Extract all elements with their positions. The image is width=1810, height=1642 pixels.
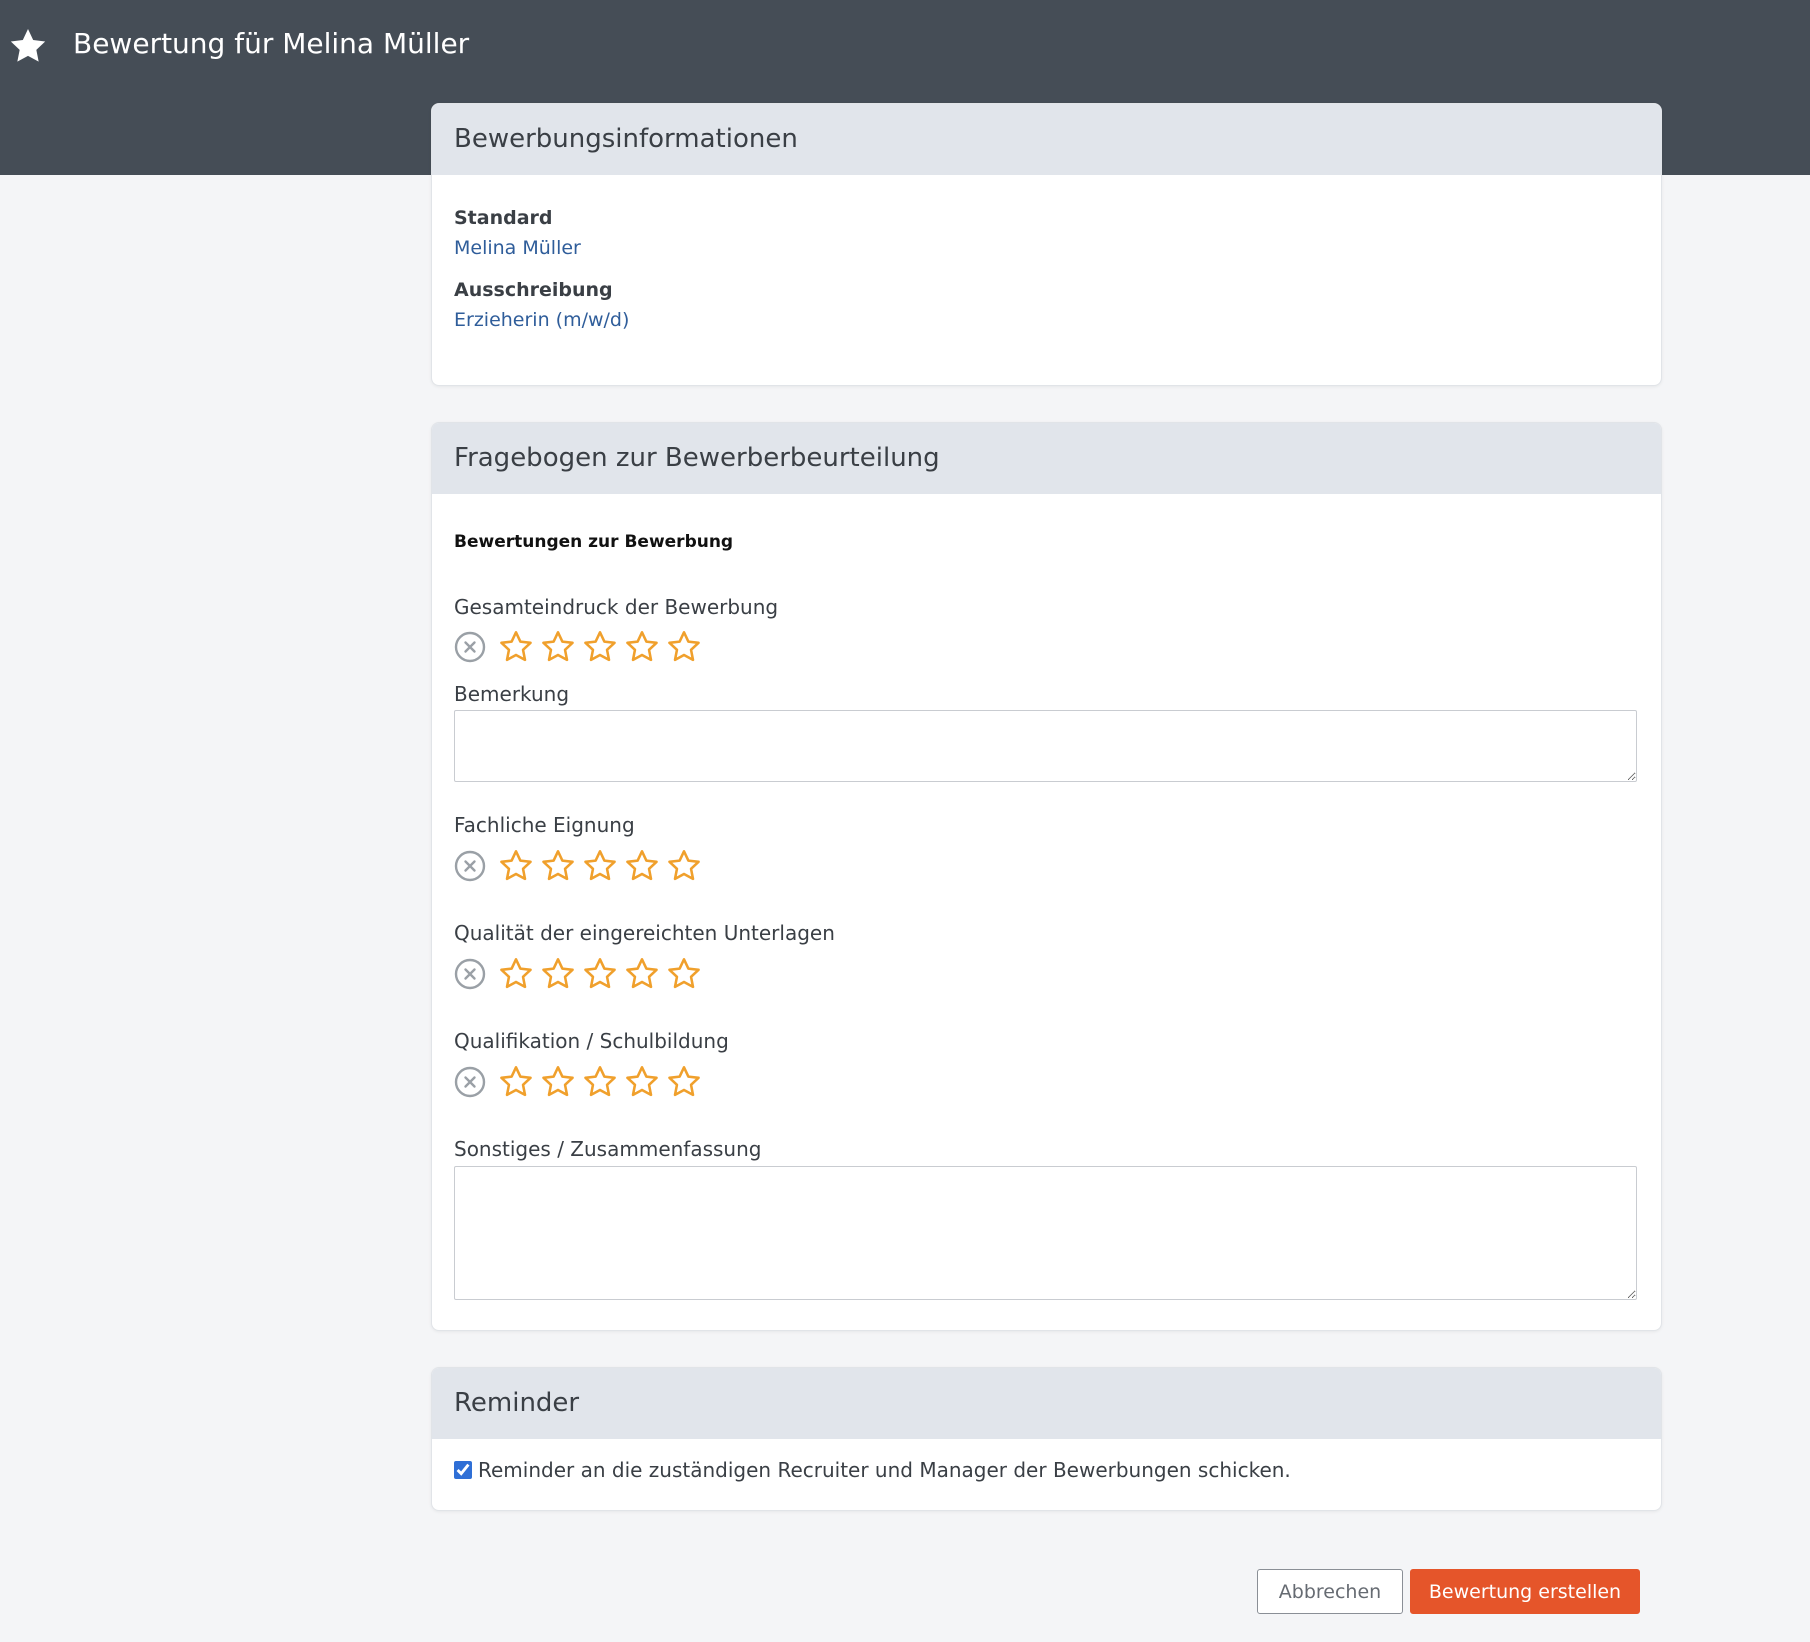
remark-textarea[interactable] <box>454 710 1637 782</box>
posting-label: Ausschreibung <box>454 279 613 301</box>
star-1-icon[interactable] <box>498 848 534 884</box>
reminder-checkbox[interactable] <box>454 1461 472 1479</box>
star-3-icon[interactable] <box>582 629 618 665</box>
star-4-icon[interactable] <box>624 629 660 665</box>
star-1-icon[interactable] <box>498 956 534 992</box>
cancel-button[interactable]: Abbrechen <box>1257 1569 1403 1614</box>
summary-textarea[interactable] <box>454 1166 1637 1300</box>
q1-label: Gesamteindruck der Bewerbung <box>454 595 779 619</box>
remark-label: Bemerkung <box>454 682 570 706</box>
section-title: Bewertungen zur Bewerbung <box>454 532 734 552</box>
q4-label: Qualifikation / Schulbildung <box>454 1029 729 1053</box>
star-2-icon[interactable] <box>540 629 576 665</box>
standard-label: Standard <box>454 207 553 229</box>
application-info-card: Bewerbungsinformationen Standard Melina … <box>431 103 1662 386</box>
reminder-card: Reminder Reminder an die zuständigen Rec… <box>431 1367 1662 1511</box>
star-5-icon[interactable] <box>666 956 702 992</box>
clear-rating-icon[interactable] <box>454 631 486 663</box>
q1-rating <box>454 630 708 664</box>
star-2-icon[interactable] <box>540 848 576 884</box>
card-header-questionnaire: Fragebogen zur Bewerberbeurteilung <box>432 423 1661 494</box>
star-1-icon[interactable] <box>498 629 534 665</box>
clear-rating-icon[interactable] <box>454 1066 486 1098</box>
star-2-icon[interactable] <box>540 1064 576 1100</box>
q2-label: Fachliche Eignung <box>454 813 635 837</box>
reminder-checkbox-label: Reminder an die zuständigen Recruiter un… <box>478 1458 1291 1482</box>
summary-label: Sonstiges / Zusammenfassung <box>454 1137 762 1161</box>
create-rating-button[interactable]: Bewertung erstellen <box>1410 1569 1640 1614</box>
page-title: Bewertung für Melina Müller <box>73 27 470 60</box>
star-5-icon[interactable] <box>666 848 702 884</box>
questionnaire-card: Fragebogen zur Bewerberbeurteilung Bewer… <box>431 422 1662 1331</box>
job-posting-link[interactable]: Erzieherin (m/w/d) <box>454 309 629 331</box>
clear-rating-icon[interactable] <box>454 958 486 990</box>
clear-rating-icon[interactable] <box>454 850 486 882</box>
q2-rating <box>454 849 708 883</box>
star-5-icon[interactable] <box>666 1064 702 1100</box>
star-3-icon[interactable] <box>582 956 618 992</box>
q4-rating <box>454 1065 708 1099</box>
star-4-icon[interactable] <box>624 848 660 884</box>
q3-label: Qualität der eingereichten Unterlagen <box>454 921 835 945</box>
star-1-icon[interactable] <box>498 1064 534 1100</box>
star-icon <box>10 29 46 62</box>
star-4-icon[interactable] <box>624 956 660 992</box>
star-3-icon[interactable] <box>582 848 618 884</box>
card-header-reminder: Reminder <box>432 1368 1661 1439</box>
star-2-icon[interactable] <box>540 956 576 992</box>
card-header-application-info: Bewerbungsinformationen <box>432 104 1661 175</box>
q3-rating <box>454 957 708 991</box>
star-3-icon[interactable] <box>582 1064 618 1100</box>
candidate-link[interactable]: Melina Müller <box>454 237 581 259</box>
reminder-option[interactable]: Reminder an die zuständigen Recruiter un… <box>454 1458 1291 1482</box>
star-5-icon[interactable] <box>666 629 702 665</box>
star-4-icon[interactable] <box>624 1064 660 1100</box>
